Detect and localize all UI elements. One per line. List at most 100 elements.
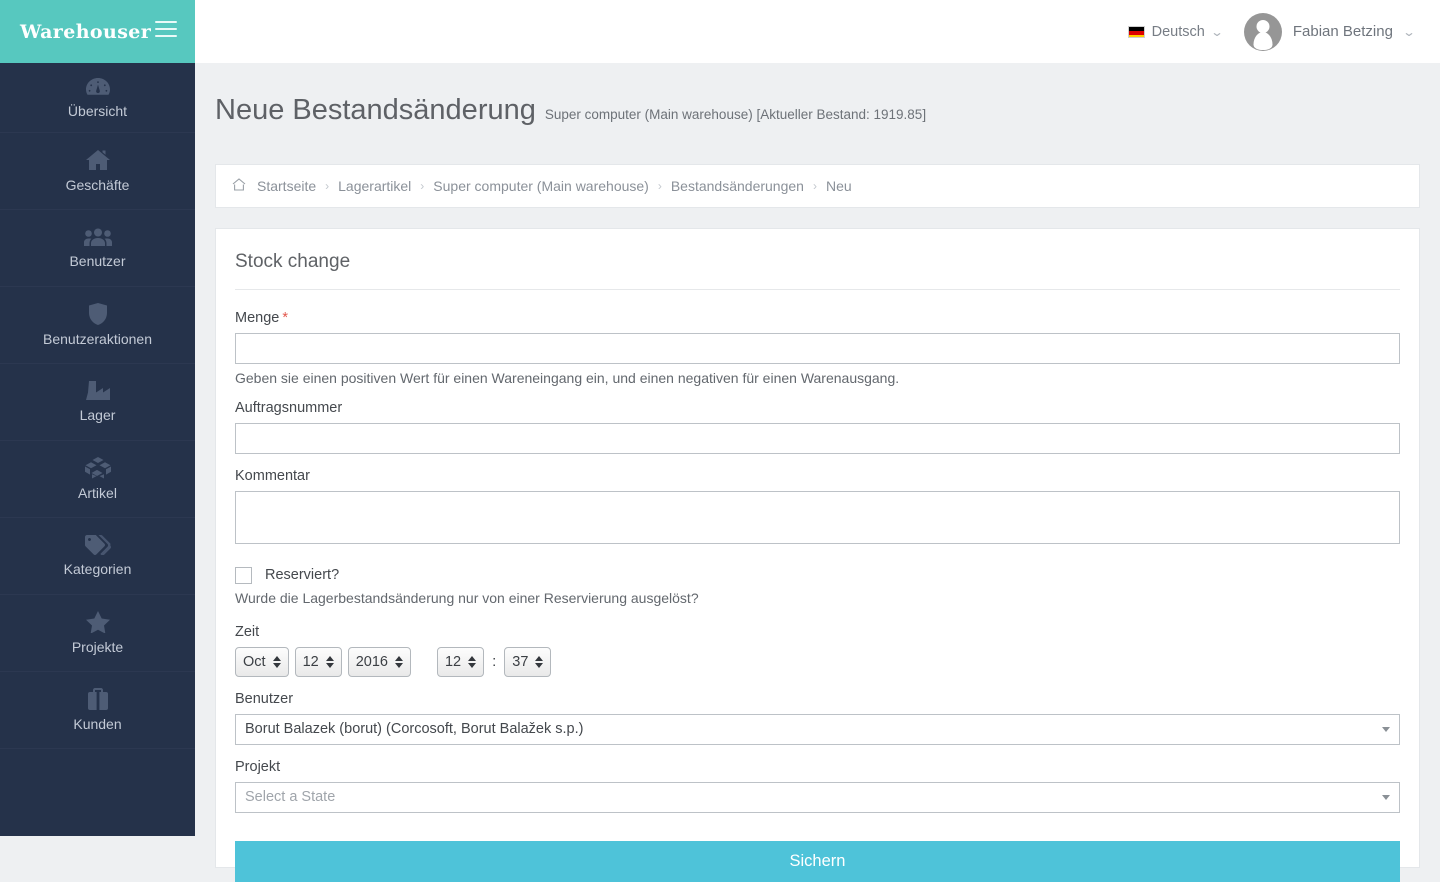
quantity-label-text: Menge	[235, 309, 280, 326]
order-number-input[interactable]	[235, 422, 1400, 454]
hamburger-line	[155, 21, 177, 23]
sidebar-item-benutzer[interactable]: Benutzer	[0, 210, 195, 287]
chevron-down-icon: ⌄	[1210, 24, 1224, 39]
sidebar-item-label: Projekte	[71, 639, 124, 655]
top-bar: Warehouser Deutsch ⌄ Fabian Betzing ⌄	[0, 0, 1440, 63]
home-icon	[85, 149, 110, 171]
sidebar-item-label: Lager	[79, 407, 116, 423]
german-flag-icon	[1127, 25, 1145, 38]
sidebar-item-label: Geschäfte	[65, 177, 130, 193]
hamburger-line	[155, 28, 177, 30]
spinner-icon	[325, 655, 334, 668]
sidebar: Übersicht Geschäfte Benutzer Benutzerakt…	[0, 63, 195, 836]
sidebar-item-label: Artikel	[78, 485, 117, 501]
breadcrumb: Startseite › Lagerartikel › Super comput…	[232, 178, 1403, 194]
comment-field: Kommentar	[235, 468, 1400, 549]
month-select[interactable]: Oct	[235, 646, 289, 677]
day-value: 12	[302, 653, 319, 670]
user-label: Benutzer	[235, 690, 294, 707]
user-menu[interactable]: Fabian Betzing ⌄	[1243, 12, 1416, 51]
user-select[interactable]: Borut Balazek (borut) (Corcosoft, Borut …	[235, 713, 1400, 745]
hamburger-icon[interactable]	[155, 21, 177, 41]
shield-icon	[88, 303, 107, 325]
spinner-icon	[394, 655, 403, 668]
time-field: Zeit Oct 12 2016 12: 37	[235, 624, 1400, 677]
sidebar-item-ubersicht[interactable]: Übersicht	[0, 63, 195, 133]
sidebar-item-kategorien[interactable]: Kategorien	[0, 518, 195, 595]
breadcrumb-item[interactable]: Super computer (Main warehouse)	[433, 178, 649, 194]
project-select-placeholder: Select a State	[245, 789, 336, 806]
top-right-controls: Deutsch ⌄ Fabian Betzing ⌄	[1127, 0, 1416, 63]
comment-textarea[interactable]	[235, 490, 1400, 544]
sidebar-item-label: Benutzeraktionen	[43, 331, 152, 347]
order-number-label: Auftragsnummer	[235, 399, 343, 416]
quantity-label: Menge *	[235, 310, 1400, 326]
spinner-icon	[535, 655, 544, 668]
time-label: Zeit	[235, 623, 260, 640]
sidebar-item-label: Kategorien	[63, 561, 132, 577]
avatar	[1243, 12, 1282, 51]
quantity-input[interactable]	[235, 332, 1400, 364]
boxes-icon	[84, 457, 111, 479]
chevron-down-icon	[1382, 794, 1390, 800]
home-icon	[232, 178, 246, 194]
sidebar-item-artikel[interactable]: Artikel	[0, 441, 195, 518]
user-select-value: Borut Balazek (borut) (Corcosoft, Borut …	[245, 721, 584, 738]
chevron-down-icon: ⌄	[1402, 24, 1416, 39]
reserved-checkbox[interactable]	[235, 566, 252, 584]
reserved-label: Reserviert?	[265, 567, 340, 584]
sidebar-item-label: Benutzer	[69, 253, 126, 269]
time-controls: Oct 12 2016 12 : 37	[235, 646, 1400, 677]
comment-label: Kommentar	[235, 467, 310, 484]
minute-select[interactable]: 37	[504, 646, 552, 677]
chevron-right-icon: ›	[420, 178, 425, 193]
save-button[interactable]: Sichern	[235, 840, 1400, 882]
breadcrumb-card: Startseite › Lagerartikel › Super comput…	[215, 163, 1420, 208]
page-header: Neue Bestandsänderung Super computer (Ma…	[195, 63, 1440, 147]
chevron-right-icon: ›	[325, 178, 330, 193]
reserved-help-text: Wurde die Lagerbestandsänderung nur von …	[235, 589, 699, 606]
spinner-icon	[468, 655, 477, 668]
project-label: Projekt	[235, 758, 281, 775]
sidebar-item-lager[interactable]: Lager	[0, 364, 195, 441]
sidebar-item-benutzeraktionen[interactable]: Benutzeraktionen	[0, 287, 195, 364]
language-selector[interactable]: Deutsch ⌄	[1127, 23, 1224, 40]
year-value: 2016	[355, 653, 388, 670]
chevron-right-icon: ›	[812, 178, 817, 193]
sidebar-item-label: Kunden	[73, 716, 122, 732]
hour-value: 12	[444, 653, 462, 670]
page-subtitle: Super computer (Main warehouse) [Aktuell…	[544, 107, 927, 123]
breadcrumb-item[interactable]: Startseite	[257, 178, 316, 194]
hour-select[interactable]: 12	[436, 646, 485, 677]
chevron-right-icon: ›	[657, 178, 662, 193]
dashboard-icon	[85, 77, 111, 97]
user-field: Benutzer Borut Balazek (borut) (Corcosof…	[235, 691, 1400, 745]
factory-icon	[85, 381, 110, 401]
project-select[interactable]: Select a State	[235, 781, 1400, 813]
required-marker: *	[282, 309, 288, 326]
language-label: Deutsch	[1151, 23, 1205, 40]
sidebar-item-geschafte[interactable]: Geschäfte	[0, 133, 195, 210]
briefcase-icon	[87, 688, 109, 710]
order-number-field: Auftragsnummer	[235, 400, 1400, 454]
quantity-help-text: Geben sie einen positiven Wert für einen…	[235, 369, 900, 386]
spinner-icon	[272, 655, 281, 668]
brand-area: Warehouser	[0, 0, 195, 63]
breadcrumb-item[interactable]: Lagerartikel	[338, 178, 411, 194]
day-select[interactable]: 12	[294, 646, 342, 677]
breadcrumb-item[interactable]: Bestandsänderungen	[671, 178, 804, 194]
time-separator: :	[492, 653, 497, 671]
month-value: Oct	[243, 653, 266, 670]
sidebar-item-projekte[interactable]: Projekte	[0, 595, 195, 672]
users-icon	[83, 227, 112, 247]
main-content: Neue Bestandsänderung Super computer (Ma…	[195, 63, 1440, 882]
page-title: Neue Bestandsänderung	[215, 94, 536, 127]
tag-icon	[84, 535, 111, 556]
hamburger-line	[155, 35, 177, 37]
reserved-field: Reserviert?	[235, 566, 1400, 584]
sidebar-item-kunden[interactable]: Kunden	[0, 672, 195, 749]
form-title: Stock change	[235, 251, 1400, 290]
breadcrumb-item-current: Neu	[825, 177, 852, 194]
year-select[interactable]: 2016	[347, 646, 411, 677]
brand-title: Warehouser	[20, 20, 152, 43]
